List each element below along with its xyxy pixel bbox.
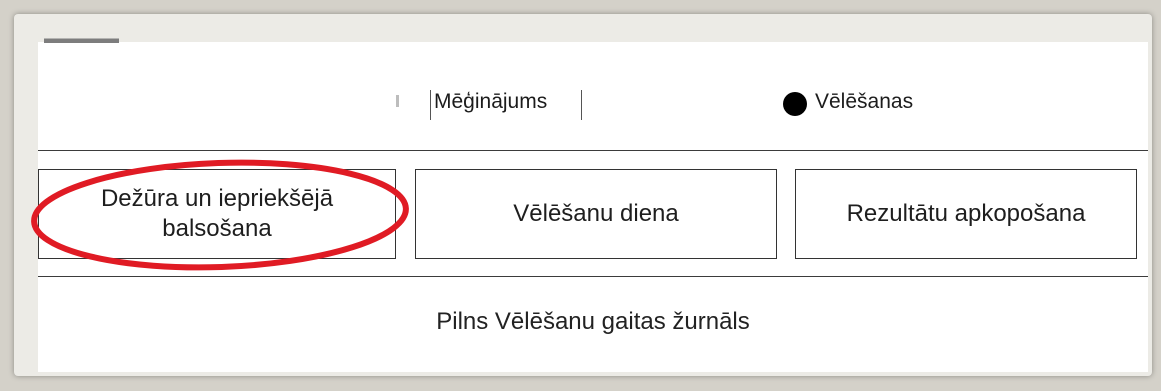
election-day-label: Vēlēšanu diena — [513, 200, 679, 227]
radio-trial-label[interactable]: Mēģinājums — [434, 90, 547, 114]
duty-and-early-voting-label: Dežūra un iepriekšējā balsošana — [100, 185, 334, 242]
cut-off-header-text: ▬▬▬▬▬ — [44, 32, 119, 46]
full-election-log-button[interactable]: Pilns Vēlēšanu gaitas žurnāls — [38, 308, 1148, 336]
results-tally-label: Rezultātu apkopošana — [846, 200, 1086, 227]
radio-trial[interactable] — [396, 94, 399, 112]
radio-election-label[interactable]: Vēlēšanas — [815, 90, 913, 114]
results-tally-button[interactable]: Rezultātu apkopošana — [795, 169, 1137, 259]
radio-election[interactable] — [783, 92, 807, 116]
election-day-button[interactable]: Vēlēšanu diena — [415, 169, 777, 259]
divider-top — [38, 150, 1148, 151]
divider-bottom — [38, 276, 1148, 277]
radio-trial-indicator — [396, 95, 399, 107]
duty-and-early-voting-button[interactable]: Dežūra un iepriekšējā balsošana — [38, 169, 396, 259]
